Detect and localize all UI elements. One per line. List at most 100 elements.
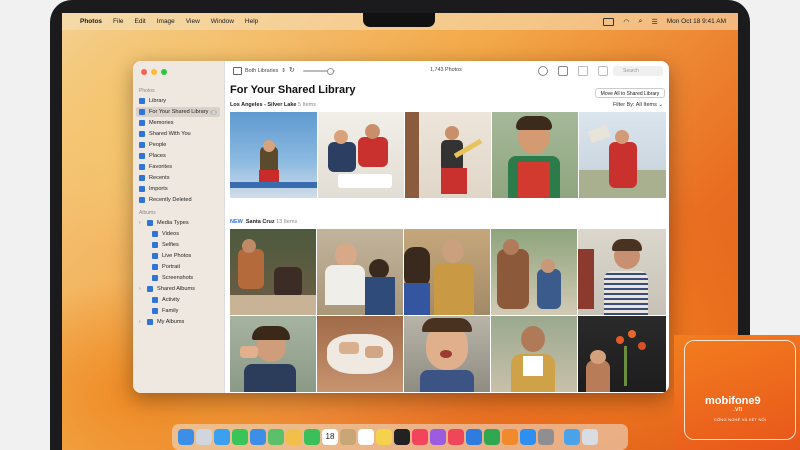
sidebar-album-screenshots[interactable]: Screenshots <box>136 273 220 283</box>
sidebar-album-shared-albums[interactable]: › Shared Albums <box>136 284 220 294</box>
sidebar-item-recently-deleted[interactable]: Recently Deleted <box>136 195 220 205</box>
sidebar-item-people[interactable]: People <box>136 140 220 150</box>
dock-photos-icon[interactable] <box>286 429 302 445</box>
sidebar-album-my-albums[interactable]: › My Albums <box>136 317 220 327</box>
photo-count: 1,743 Photos <box>430 67 462 73</box>
search-input[interactable]: Search <box>613 66 663 76</box>
watermark-tagline: CÔNG NGHỆ VÀ KẾT NỐI <box>714 417 767 422</box>
dock-mail-icon[interactable] <box>250 429 266 445</box>
filter-label: Filter By: All Items <box>612 102 657 108</box>
sidebar-album-videos[interactable]: Videos <box>136 229 220 239</box>
sidebar-item-label: For Your Shared Library <box>149 109 209 115</box>
family-album-icon <box>152 308 158 314</box>
sync-icon[interactable]: ↻ <box>289 66 295 74</box>
photo-thumbnail[interactable] <box>491 316 577 392</box>
menu-edit[interactable]: Edit <box>135 18 146 25</box>
sidebar-album-family[interactable]: Family <box>136 306 220 316</box>
menu-image[interactable]: Image <box>157 18 175 25</box>
sidebar-item-label: Shared With You <box>149 131 191 137</box>
dock-app-store-icon[interactable] <box>520 429 536 445</box>
photo-thumbnail[interactable] <box>492 112 578 198</box>
photo-thumbnail[interactable] <box>404 229 490 315</box>
photo-thumbnail[interactable] <box>491 229 577 315</box>
dock-finder-icon[interactable] <box>178 429 194 445</box>
control-center-icon[interactable]: ☰ <box>651 18 657 26</box>
disclosure-chevron-icon[interactable]: › <box>139 286 144 292</box>
photo-thumbnail[interactable] <box>404 316 490 392</box>
share-icon[interactable] <box>558 66 568 76</box>
sidebar-item-favorites[interactable]: Favorites <box>136 162 220 172</box>
section-title: Santa Cruz <box>245 219 275 225</box>
favorite-icon[interactable] <box>578 66 588 76</box>
close-icon[interactable] <box>141 69 147 75</box>
dock-notes-icon[interactable] <box>376 429 392 445</box>
rotate-icon[interactable] <box>598 66 608 76</box>
minimize-icon[interactable] <box>151 69 157 75</box>
disclosure-chevron-icon[interactable]: › <box>139 319 144 325</box>
zoom-slider[interactable] <box>303 68 335 75</box>
sidebar-album-media-types[interactable]: › Media Types <box>136 218 220 228</box>
dock-calendar-icon[interactable]: 18 <box>322 429 338 445</box>
dock-pages-icon[interactable] <box>502 429 518 445</box>
sidebar-album-portrait[interactable]: Portrait <box>136 262 220 272</box>
dock-system-preferences-icon[interactable] <box>538 429 554 445</box>
sidebar-item-label: Recently Deleted <box>149 197 192 203</box>
photo-thumbnail[interactable] <box>405 112 491 198</box>
battery-icon[interactable] <box>603 17 615 26</box>
sidebar-album-live-photos[interactable]: Live Photos <box>136 251 220 261</box>
photo-thumbnail[interactable] <box>579 112 666 198</box>
info-icon[interactable] <box>538 66 548 76</box>
menu-view[interactable]: View <box>186 18 200 25</box>
dock-music-icon[interactable] <box>412 429 428 445</box>
photo-thumbnail[interactable] <box>318 112 404 198</box>
sidebar-item-places[interactable]: Places <box>136 151 220 161</box>
photo-thumbnail[interactable] <box>230 316 316 392</box>
dock-trash-icon[interactable] <box>582 429 598 445</box>
sidebar-item-library[interactable]: Library <box>136 96 220 106</box>
search-spotlight-icon[interactable]: ⌕ <box>639 18 643 26</box>
dock-downloads-icon[interactable] <box>564 429 580 445</box>
filter-dropdown[interactable]: Filter By: All Items ⌄ <box>613 102 663 108</box>
menu-app-name[interactable]: Photos <box>80 18 102 25</box>
sidebar-album-selfies[interactable]: Selfies <box>136 240 220 250</box>
dock-tv-icon[interactable] <box>394 429 410 445</box>
sidebar-item-label: Recents <box>149 175 170 181</box>
menu-file[interactable]: File <box>113 18 123 25</box>
dock-numbers-icon[interactable] <box>484 429 500 445</box>
disclosure-chevron-icon[interactable]: › <box>139 220 144 226</box>
sidebar-item-for-your-shared-library[interactable]: For Your Shared Library 8 <box>136 107 220 117</box>
menu-window[interactable]: Window <box>211 18 234 25</box>
dock-facetime-icon[interactable] <box>304 429 320 445</box>
photo-thumbnail[interactable] <box>317 316 403 392</box>
dock-maps-icon[interactable] <box>268 429 284 445</box>
photo-thumbnail[interactable] <box>578 229 666 315</box>
live-photo-icon <box>152 253 158 259</box>
folder-icon <box>147 220 153 226</box>
dock-safari-icon[interactable] <box>214 429 230 445</box>
sidebar-item-recents[interactable]: Recents <box>136 173 220 183</box>
sidebar-album-activity[interactable]: Activity <box>136 295 220 305</box>
library-picker[interactable]: Both Libraries ⇕ <box>233 67 286 75</box>
sidebar-item-memories[interactable]: Memories <box>136 118 220 128</box>
move-all-button[interactable]: Move All to Shared Library <box>595 88 665 98</box>
sidebar: Photos Library For Your Shared Library 8 Me… <box>133 61 225 393</box>
photo-thumbnail[interactable] <box>230 112 317 198</box>
sidebar-item-imports[interactable]: Imports <box>136 184 220 194</box>
portrait-icon <box>152 264 158 270</box>
photo-thumbnail[interactable] <box>230 229 316 315</box>
menu-clock[interactable]: Mon Oct 18 9:41 AM <box>667 18 726 25</box>
dock-news-icon[interactable] <box>448 429 464 445</box>
photo-thumbnail[interactable] <box>317 229 403 315</box>
menu-help[interactable]: Help <box>245 18 258 25</box>
wifi-icon[interactable]: ◠ <box>623 18 629 26</box>
dock-contacts-icon[interactable] <box>340 429 356 445</box>
sidebar-item-shared-with-you[interactable]: Shared With You <box>136 129 220 139</box>
dock-reminders-icon[interactable] <box>358 429 374 445</box>
chevron-updown-icon: ⇕ <box>281 68 286 74</box>
dock-launchpad-icon[interactable] <box>196 429 212 445</box>
zoom-icon[interactable] <box>161 69 167 75</box>
dock-keynote-icon[interactable] <box>466 429 482 445</box>
photo-thumbnail[interactable] <box>578 316 666 392</box>
dock-podcasts-icon[interactable] <box>430 429 446 445</box>
dock-messages-icon[interactable] <box>232 429 248 445</box>
